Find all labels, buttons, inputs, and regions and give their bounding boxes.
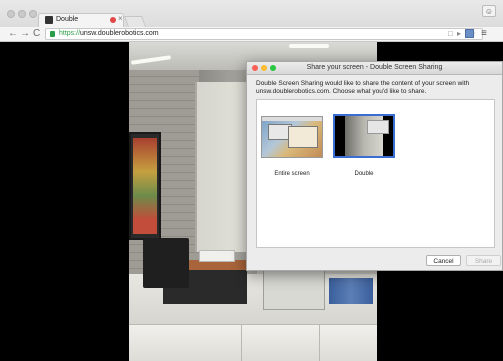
extension-icon[interactable] (465, 29, 474, 38)
monitor (263, 268, 325, 310)
framed-poster (129, 132, 161, 240)
browser-tab-bar: Double × ☺ (0, 0, 503, 27)
option-label[interactable]: Double (324, 171, 404, 177)
reload-button[interactable]: C (33, 27, 40, 41)
share-screen-dialog: Share your screen - Double Screen Sharin… (246, 61, 503, 271)
dialog-title-bar: Share your screen - Double Screen Sharin… (247, 62, 502, 75)
paper-stack (199, 250, 235, 262)
new-tab-button[interactable] (123, 16, 147, 27)
menu-icon[interactable]: ≡ (481, 27, 487, 41)
window-zoom-button[interactable] (29, 10, 37, 18)
camera-icon[interactable]: □ (448, 29, 453, 39)
ceiling-light (289, 44, 329, 48)
window-close-button[interactable] (7, 10, 15, 18)
person-icon[interactable]: ☺ (482, 5, 496, 17)
option-label[interactable]: Entire screen (252, 171, 332, 177)
back-button[interactable]: ← (8, 27, 18, 41)
window-minimize-button[interactable] (18, 10, 26, 18)
dialog-message: Double Screen Sharing would like to shar… (256, 80, 470, 95)
tab-title: Double (56, 16, 79, 23)
browser-toolbar: ← → C https://unsw.doublerobotics.com □ … (0, 27, 503, 42)
entire-screen-thumbnail[interactable] (261, 116, 323, 158)
camera-small-icon[interactable]: ▸ (457, 29, 461, 39)
cabinet (129, 324, 377, 361)
binders (329, 278, 373, 304)
cabinet-divider (319, 324, 320, 361)
forward-button[interactable]: → (20, 27, 30, 41)
share-options-panel: Entire screen Double (256, 99, 495, 248)
lock-icon (50, 31, 55, 37)
browser-tab[interactable]: Double × (38, 13, 124, 27)
share-button[interactable]: Share (466, 255, 501, 266)
dialog-title: Share your screen - Double Screen Sharin… (306, 64, 443, 71)
address-bar[interactable]: https://unsw.doublerobotics.com □ ▸ ☆ (45, 28, 483, 40)
printer (143, 238, 189, 288)
cabinet-divider (241, 324, 242, 361)
recording-indicator-icon (110, 17, 116, 23)
url-text: https://unsw.doublerobotics.com (59, 30, 159, 37)
double-window-thumbnail[interactable] (333, 114, 395, 158)
double-favicon-icon (45, 16, 53, 24)
cancel-button[interactable]: Cancel (426, 255, 461, 266)
tab-close-icon[interactable]: × (118, 14, 123, 24)
